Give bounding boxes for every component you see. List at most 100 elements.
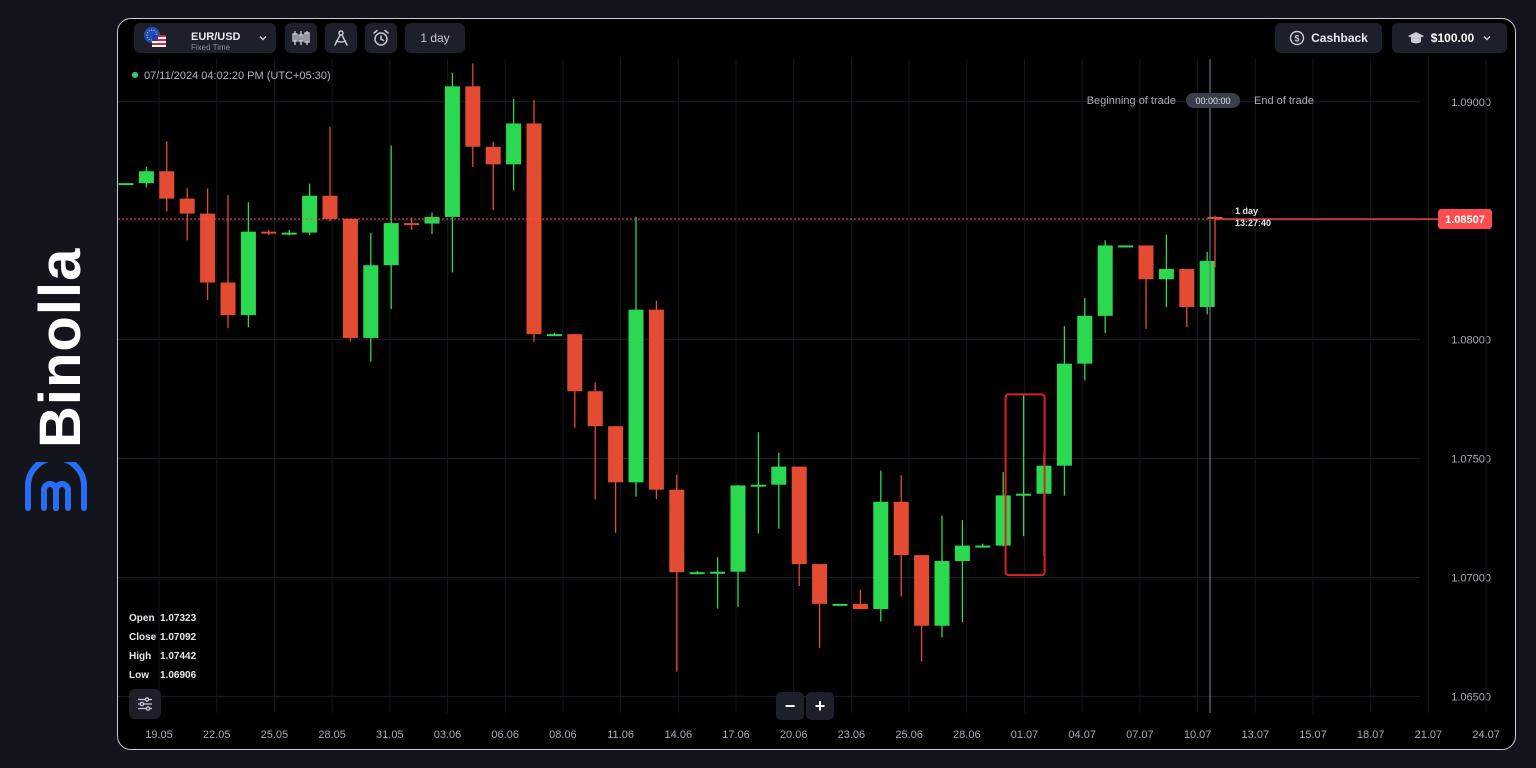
candle-body-down [261,231,277,234]
candle-body-up [138,171,154,184]
x-tick-label: 28.06 [953,729,981,741]
chart-type-button[interactable] [285,23,317,53]
candle-body-up [363,265,379,338]
candle-body-up [118,183,134,186]
candle-body-up [771,466,787,485]
candle-body-down [1179,268,1195,308]
expiry-label: 1 day [1235,206,1258,216]
x-tick-label: 07.07 [1126,729,1154,741]
chart-overlay: 1.08507 1 day 13:27:40 Beginning of trade 00… [118,59,1492,713]
chart-settings-button[interactable] [129,689,161,719]
price-chart[interactable]: 1.090001.085001.080001.075001.070001.065… [118,19,1516,750]
price-tag-value: 1.08507 [1445,214,1485,226]
candle-body-up [934,561,950,626]
candle-body-up [1016,493,1032,496]
asset-name: EUR/USD [191,31,241,43]
candle-body-up [995,495,1011,546]
candles-layer [118,63,1223,672]
balance-selector[interactable]: $100.00 [1392,23,1507,53]
candle-body-up [1097,245,1113,316]
candle-body-up [546,334,562,337]
x-tick-label: 22.05 [203,729,231,741]
candle-body-down [608,426,624,483]
x-tick-label: 14.06 [665,729,693,741]
high-value: 1.07442 [160,651,197,662]
x-tick-label: 24.07 [1472,729,1500,741]
zoom-in-button[interactable]: + [806,692,834,720]
candle-body-down [465,86,481,147]
y-tick-label: 1.07000 [1451,572,1491,584]
ohlc-panel: Open 1.07323 Close 1.07092 High 1.07442 Low… [129,609,196,685]
candle-body-up [240,231,256,316]
x-tick-label: 06.06 [491,729,519,741]
candle-body-up [628,309,644,483]
candles-icon [292,31,310,45]
low-value: 1.06906 [160,670,197,681]
x-tick-label: 19.05 [145,729,173,741]
candle-body-up [1056,363,1072,466]
cashback-label: Cashback [1311,31,1368,45]
candle-body-down [159,171,175,199]
timeframe-label: 1 day [420,31,450,45]
x-tick-label: 10.07 [1184,729,1212,741]
svg-text:$: $ [1295,34,1300,44]
candle-body-down [852,603,868,610]
x-tick-label: 01.07 [1011,729,1039,741]
y-tick-label: 1.09000 [1451,97,1491,109]
x-tick-label: 31.05 [376,729,404,741]
balance-value: $100.00 [1430,31,1475,45]
trade-timer: 00:00:00 [1195,96,1230,106]
x-tick-label: 04.07 [1068,729,1096,741]
candle-body-up [975,545,991,548]
candle-body-down [587,391,603,427]
candle-body-down [791,466,807,565]
top-toolbar: EUR/USD Fixed Time 1 day $ Cashback $100… [118,19,1515,59]
candle-body-up [710,571,726,574]
candle-body-up [873,501,889,610]
open-value: 1.07323 [160,613,197,624]
x-tick-label: 08.06 [549,729,577,741]
beginning-of-trade-label: Beginning of trade [1087,95,1176,107]
cashback-button[interactable]: $ Cashback [1275,23,1382,53]
candle-body-down [322,195,338,219]
candle-body-down [669,489,685,573]
alerts-button[interactable] [365,23,397,53]
x-tick-label: 21.07 [1415,729,1443,741]
live-dot-icon [132,72,138,78]
server-time: 07/11/2024 04:02:20 PM (UTC+05:30) [132,70,331,82]
zoom-out-button[interactable]: − [776,692,804,720]
x-tick-label: 23.06 [838,729,866,741]
x-tick-label: 13.07 [1242,729,1270,741]
candle-body-down [1138,245,1154,280]
chevron-down-icon [1483,35,1491,41]
candle-body-up [302,195,318,233]
compass-icon [334,30,348,46]
candle-body-down [648,309,664,490]
candle-body-down [812,564,828,604]
close-label: Close [129,632,157,643]
candle-body-up [424,216,440,224]
candle-body-down [200,213,216,283]
candle-body-down [342,218,358,338]
high-label: High [129,651,152,662]
asset-selector[interactable]: EUR/USD Fixed Time [134,23,276,53]
alarm-clock-icon [373,29,389,46]
trading-window: 1.090001.085001.080001.075001.070001.065… [117,18,1516,750]
candle-body-down [893,501,909,556]
candle-body-up [506,123,522,165]
drawing-tools-button[interactable] [325,23,357,53]
candle-body-up [1077,315,1093,364]
x-tick-label: 28.05 [318,729,346,741]
binolla-logo-icon [25,462,87,511]
candle-body-down [220,282,236,316]
x-tick-label: 25.06 [895,729,923,741]
candle-body-up [383,223,399,266]
x-tick-label: 11.06 [607,729,634,741]
candle-body-down [485,146,501,165]
candle-body-up [730,485,746,572]
chart-grid: 1.090001.085001.080001.075001.070001.065… [118,59,1500,741]
end-of-trade-label: End of trade [1254,95,1314,107]
graduation-cap-icon [1407,32,1424,44]
candle-body-up [954,545,970,562]
timeframe-selector[interactable]: 1 day [405,23,465,53]
